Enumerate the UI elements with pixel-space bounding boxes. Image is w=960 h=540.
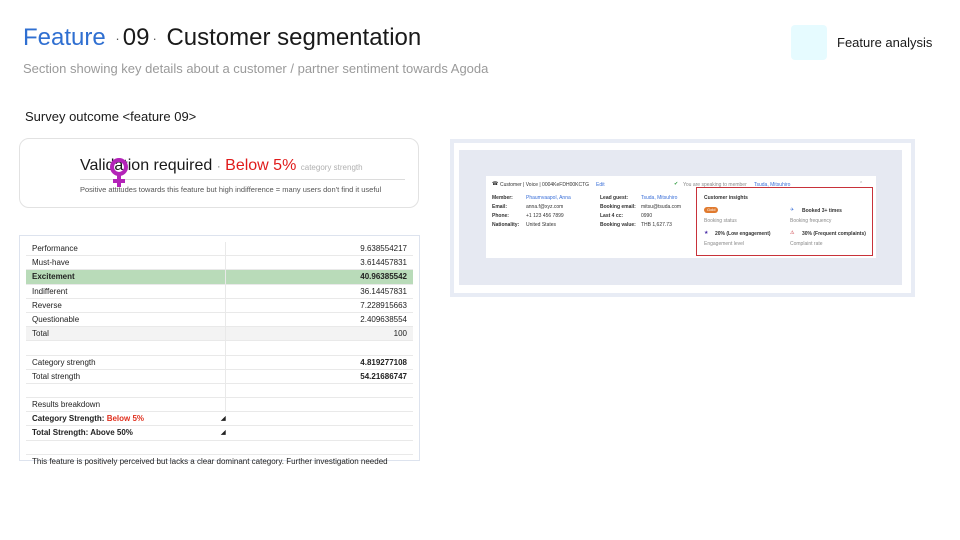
field-label: Email:	[492, 204, 508, 210]
table-row: Category Strength: Below 5% ◢	[26, 412, 413, 427]
plane-icon: ✈	[790, 207, 795, 213]
title-feature-word: Feature	[23, 24, 106, 51]
table-row: Category strength 4.819277108	[26, 355, 413, 370]
field-value: anna.f@xyz.com	[526, 204, 564, 210]
cell-value: 2.409638554	[360, 314, 407, 324]
field-label: Lead guest:	[600, 195, 629, 201]
cat-strength-label: Category Strength:	[32, 414, 105, 424]
cell-value: 40.96385542	[360, 272, 407, 282]
table-row: Must-have 3.614457831	[26, 256, 413, 271]
edit-link[interactable]: Edit	[596, 182, 605, 188]
field-value[interactable]: Tsuda, Mitsuhiro	[641, 195, 677, 201]
field-label: Booking email:	[600, 204, 636, 210]
warning-icon: ⚠	[790, 230, 795, 236]
booking-status-label: Booking status	[704, 218, 737, 224]
field-value: United States	[526, 222, 557, 228]
complaint-rate-label: Complaint rate	[790, 241, 823, 247]
cell-value: 54.21686747	[360, 371, 407, 381]
phone-icon: ☎	[492, 181, 499, 187]
cell-label: Performance	[32, 244, 78, 253]
validation-separator: ·	[216, 159, 221, 173]
cell-label: Questionable	[32, 314, 80, 324]
field-label: Booking value:	[600, 222, 636, 228]
field-label: Member:	[492, 195, 513, 201]
cell-label: Indifferent	[32, 286, 68, 296]
cell-value: 3.614457831	[360, 258, 407, 268]
total-strength-line: Total Strength: Above 50%	[32, 428, 133, 438]
table-row: Performance 9.638554217	[26, 242, 413, 257]
field-value[interactable]: Phaumvaapol, Anna	[526, 195, 571, 201]
cat-strength-value: Below 5%	[106, 414, 145, 424]
cell-label: Category strength	[32, 357, 96, 367]
field-value: mitsu@tsuda.com	[641, 204, 682, 210]
color-swatch	[791, 25, 827, 60]
cell-value: 36.14457831	[360, 286, 407, 296]
comment-marker-icon: ◢	[221, 430, 226, 437]
title-dot-2: ·	[152, 31, 157, 47]
comment-marker-icon: ◢	[221, 416, 226, 423]
customer-insights-box: Customer insights Gold Booking status ✈ …	[696, 187, 873, 256]
venus-icon	[110, 158, 128, 187]
engagement-level-label: Engagement level	[704, 241, 745, 247]
survey-heading: Survey outcome <feature 09>	[25, 109, 197, 124]
booking-frequency-label: Booking frequency	[790, 218, 832, 224]
table-row: Total Strength: Above 50% ◢	[26, 426, 413, 441]
table-row	[26, 383, 413, 399]
table-row: Total strength 54.21686747	[26, 369, 413, 384]
table-row-highlighted: Excitement 40.96385542	[26, 270, 413, 285]
validation-title: Validation required	[80, 157, 213, 174]
complaints-text: 30% (Frequent complaints)	[802, 231, 866, 237]
cell-label: Total	[32, 329, 49, 339]
cell-value: 9.638554217	[360, 244, 407, 253]
field-value: +1 123 456 7899	[526, 213, 564, 219]
cell-label: Reverse	[32, 300, 62, 310]
survey-results-sheet: Performance 9.638554217 Must-have 3.614457…	[19, 235, 420, 466]
table-row: Results breakdown	[26, 398, 413, 413]
cell-label: Results breakdown	[32, 400, 101, 410]
insights-title: Customer insights	[704, 195, 748, 201]
field-value: THB 1,627.73	[641, 222, 672, 228]
feature-analysis-label: Feature analysis	[837, 35, 933, 50]
table-row	[26, 341, 413, 356]
cell-label: Must-have	[32, 258, 70, 268]
star-icon: ★	[704, 230, 709, 236]
title-rest: Customer segmentation	[166, 24, 422, 51]
cell-value: 100	[393, 329, 407, 339]
cell-value: 4.819277108	[360, 357, 407, 367]
validation-status-suffix: category strength	[300, 163, 363, 172]
table-row	[26, 441, 413, 455]
page-title: Feature · 09 · Customer segmentation	[23, 24, 421, 52]
table-row: Indifferent 36.14457831	[26, 284, 413, 299]
field-value: 0990	[641, 213, 653, 219]
engagement-text: 20% (Low engagement)	[715, 231, 771, 237]
conclusion-text: This feature is positively perceived but…	[32, 456, 388, 466]
title-dot: ·	[115, 31, 120, 47]
table-row-total: Total 100	[26, 327, 413, 342]
title-number: 09	[122, 24, 150, 51]
booked-text: Booked 3+ times	[802, 208, 842, 214]
check-icon: ✔	[674, 181, 679, 187]
validation-status: Below 5%	[225, 157, 297, 174]
cell-label: Total strength	[32, 371, 81, 381]
table-row: Questionable 2.409638554	[26, 312, 413, 328]
cell-value: 7.228915663	[360, 300, 407, 310]
customer-voice-card: ☎ Customer | Voice | 0004KeFDH00KCTG Edi…	[486, 176, 876, 258]
table-row: This feature is positively perceived but…	[26, 455, 413, 468]
table-row: Reverse 7.228915663	[26, 298, 413, 313]
page-subtitle: Section showing key details about a cust…	[23, 61, 489, 76]
field-label: Last 4 cc:	[600, 213, 624, 219]
cell-label: Excitement	[32, 272, 75, 282]
booking-status-pill: Gold	[704, 207, 719, 213]
cat-strength-line: Category Strength: Below 5%	[32, 412, 144, 425]
validation-card: Validation required · Below 5% category …	[19, 138, 419, 208]
card-header: Customer | Voice | 0004KeFDH00KCTG	[500, 182, 590, 188]
field-label: Phone:	[492, 213, 509, 219]
field-label: Nationality:	[492, 222, 520, 228]
